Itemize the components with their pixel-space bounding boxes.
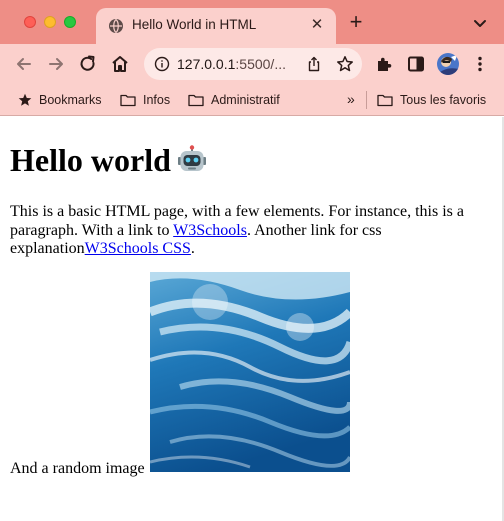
share-icon[interactable] [306,56,322,72]
url-host: 127.0.0.1 [177,56,236,72]
maximize-window-button[interactable] [64,16,76,28]
robot-face-icon [177,145,206,171]
reload-icon[interactable] [78,54,98,74]
site-info-icon[interactable] [154,56,170,72]
chevron-down-icon[interactable] [472,15,488,31]
tab-strip: Hello World in HTML ✕ + [0,0,504,44]
bookmarks-divider [366,91,367,109]
bookmark-star-icon[interactable] [336,55,354,73]
bookmarks-overflow-button[interactable]: » [347,91,355,107]
more-menu-icon[interactable] [470,54,490,74]
image-caption: And a random image [10,460,145,477]
globe-icon [109,19,123,33]
bookmarks-button[interactable]: Bookmarks [18,92,102,108]
w3schools-css-link[interactable]: W3Schools CSS [85,240,191,257]
tab-title: Hello World in HTML [132,17,257,32]
minimize-window-button[interactable] [44,16,56,28]
heading-text: Hello world [10,142,171,178]
address-bar[interactable]: 127.0.0.1:5500/... [144,48,362,80]
side-panel-icon[interactable] [406,54,426,74]
folder-icon [377,94,393,107]
new-tab-button[interactable]: + [346,11,366,33]
page-heading: Hello world [10,141,207,179]
browser-window: Hello World in HTML ✕ + 127.0.0.1:5500/.… [0,0,504,521]
page-viewport: Hello world This is a basic HTML page, w… [0,117,504,521]
bookmark-label: Bookmarks [39,93,102,107]
star-icon [18,93,32,106]
close-window-button[interactable] [24,16,36,28]
bookmark-label: Infos [143,93,171,107]
bookmarks-bar: Bookmarks Infos Administratif » Tous les… [0,84,504,116]
extensions-puzzle-icon[interactable] [374,54,394,74]
tab-hello-world[interactable]: Hello World in HTML ✕ [96,8,336,44]
folder-icon [120,94,136,107]
forward-arrow-icon[interactable] [46,54,66,74]
intro-paragraph: This is a basic HTML page, with a few el… [10,203,490,259]
bookmark-label: Administratif [211,93,280,107]
url-path: :5500/... [235,56,286,72]
w3schools-link[interactable]: W3Schools [173,222,247,239]
home-icon[interactable] [110,54,130,74]
bookmark-label: Tous les favoris [400,93,487,107]
toolbar: 127.0.0.1:5500/... [0,44,504,84]
paragraph-text: . [190,240,195,257]
ocean-waves-image [150,272,350,472]
back-arrow-icon[interactable] [14,54,34,74]
folder-icon [188,94,204,107]
bookmark-folder-administratif[interactable]: Administratif [188,92,280,108]
profile-avatar[interactable] [437,53,459,75]
all-bookmarks-folder[interactable]: Tous les favoris [377,92,486,108]
bookmark-folder-infos[interactable]: Infos [120,92,170,108]
tab-close-icon[interactable]: ✕ [308,16,326,34]
url-text[interactable]: 127.0.0.1:5500/... [177,56,286,72]
